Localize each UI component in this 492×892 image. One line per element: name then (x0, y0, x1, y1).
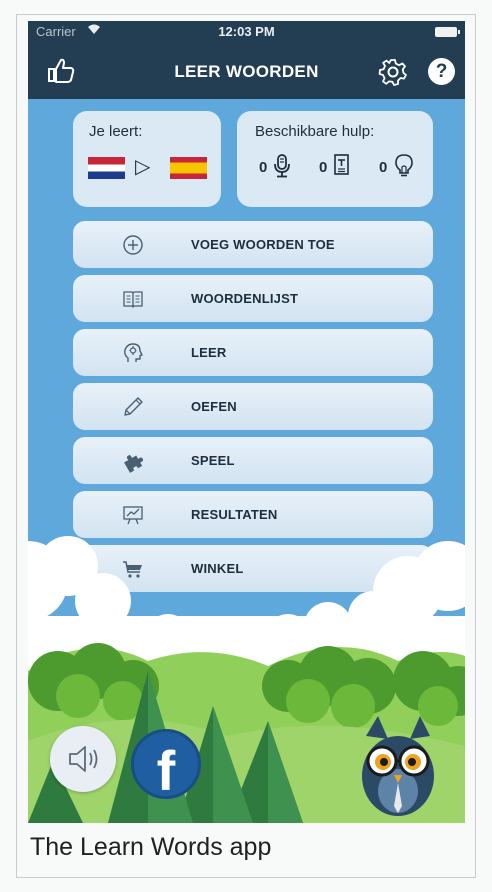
learn-label: LEER (191, 345, 227, 360)
phone-screen: Carrier 12:03 PM LEER WOORDEN ? Je leert… (28, 21, 465, 823)
book-icon (123, 291, 143, 308)
battery-icon (435, 27, 460, 37)
lightbulb-icon (395, 154, 413, 177)
practice-label: OEFEN (191, 399, 237, 414)
arrow-icon: ▷ (135, 156, 151, 178)
status-time: 12:03 PM (218, 24, 275, 39)
play-label: SPEEL (191, 453, 235, 468)
pencil-icon (124, 397, 143, 416)
facebook-icon: f (156, 739, 176, 802)
gear-icon (378, 59, 407, 86)
facebook-button[interactable]: f (131, 729, 201, 802)
learning-label: Je leert: (89, 123, 143, 140)
figure-caption: The Learn Words app (30, 833, 272, 861)
hint-help-count: 0 (379, 159, 388, 176)
spain-flag-icon (170, 157, 207, 179)
settings-button[interactable] (378, 57, 408, 87)
head-brain-icon (124, 343, 143, 362)
microphone-help-count: 0 (259, 159, 268, 176)
learn-button[interactable]: LEER (73, 329, 433, 376)
puzzle-icon (124, 455, 144, 473)
microphone-icon (274, 154, 290, 178)
learning-languages-card[interactable]: Je leert: ▷ (73, 111, 221, 207)
document-icon (334, 154, 349, 175)
add-words-label: VOEG WOORDEN TOE (191, 237, 335, 252)
sound-button[interactable] (50, 726, 116, 792)
text-help-count: 0 (319, 159, 328, 176)
available-help-card[interactable]: Beschikbare hulp: 0 0 0 (237, 111, 433, 207)
top-bar: Carrier 12:03 PM LEER WOORDEN ? (28, 21, 465, 99)
play-button[interactable]: SPEEL (73, 437, 433, 484)
word-list-label: WOORDENLIJST (191, 291, 299, 306)
help-button[interactable]: ? (428, 58, 455, 85)
netherlands-flag-icon (88, 157, 125, 179)
word-list-button[interactable]: WOORDENLIJST (73, 275, 433, 322)
practice-button[interactable]: OEFEN (73, 383, 433, 430)
status-bar: Carrier 12:03 PM (28, 21, 465, 43)
available-help-label: Beschikbare hulp: (255, 123, 375, 140)
results-label: RESULTATEN (191, 507, 278, 522)
plus-circle-icon (123, 235, 143, 255)
speaker-icon (69, 746, 98, 772)
add-words-button[interactable]: VOEG WOORDEN TOE (73, 221, 433, 268)
